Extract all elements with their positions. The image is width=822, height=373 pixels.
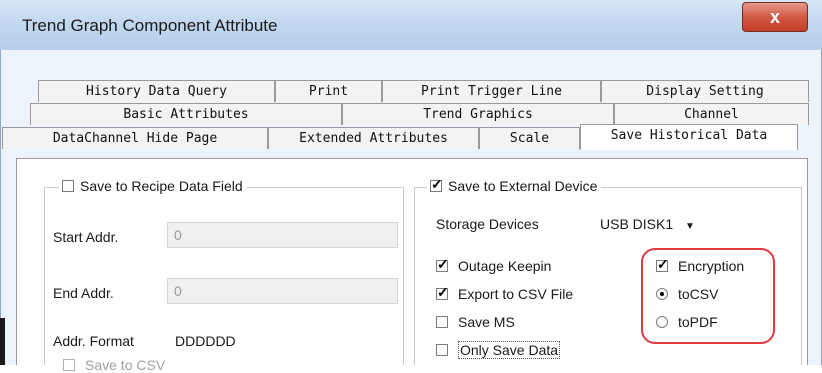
end-addr-label: End Addr. — [53, 285, 114, 301]
window-title: Trend Graph Component Attribute — [22, 16, 278, 35]
tab-strip: History Data Query Print Print Trigger L… — [2, 72, 809, 162]
tab-extended-attributes[interactable]: Extended Attributes — [268, 127, 479, 149]
external-legend-label: Save to External Device — [448, 178, 598, 194]
start-addr-field[interactable]: 0 — [167, 222, 398, 248]
recipe-legend-label: Save to Recipe Data Field — [80, 178, 243, 194]
tab-display-setting[interactable]: Display Setting — [601, 80, 809, 102]
outage-keepin-label: Outage Keepin — [458, 258, 552, 274]
tab-trend-graphics[interactable]: Trend Graphics — [342, 103, 614, 125]
save-ms-option[interactable]: Save MS — [436, 314, 515, 330]
dropdown-arrow-icon[interactable]: ▼ — [685, 221, 695, 232]
tab-history-data-query[interactable]: History Data Query — [38, 80, 275, 102]
storage-devices-select[interactable]: USB DISK1 ▼ — [600, 216, 695, 232]
external-checkbox[interactable]: ✓ — [430, 176, 443, 192]
storage-devices-value: USB DISK1 — [600, 216, 674, 232]
window-edge — [0, 318, 5, 365]
save-to-csv-label: Save to CSV — [85, 357, 166, 373]
only-save-data-checkbox[interactable] — [436, 344, 448, 356]
recipe-checkbox[interactable] — [62, 180, 74, 192]
check-icon: ✓ — [437, 256, 449, 272]
tab-basic-attributes[interactable]: Basic Attributes — [30, 103, 342, 125]
close-icon: x — [769, 7, 780, 27]
addr-format-value: DDDDDD — [175, 333, 236, 349]
only-save-data-label: Only Save Data — [458, 341, 561, 359]
save-to-csv-option[interactable]: Save to CSV — [63, 357, 165, 373]
export-csv-label: Export to CSV File — [458, 286, 574, 302]
tab-datachannel-hide-page[interactable]: DataChannel Hide Page — [2, 127, 268, 149]
tab-print[interactable]: Print — [275, 80, 382, 102]
highlight-annotation — [641, 248, 775, 344]
only-save-data-option[interactable]: Only Save Data — [436, 341, 561, 359]
end-addr-field[interactable]: 0 — [167, 278, 398, 304]
tab-scale[interactable]: Scale — [479, 127, 580, 149]
export-csv-option[interactable]: ✓ Export to CSV File — [436, 284, 574, 302]
external-group-legend[interactable]: ✓ Save to External Device — [426, 176, 602, 194]
close-button[interactable]: x — [742, 2, 808, 32]
outage-keepin-option[interactable]: ✓ Outage Keepin — [436, 256, 552, 274]
recipe-group-legend[interactable]: Save to Recipe Data Field — [58, 178, 247, 194]
save-to-csv-checkbox[interactable] — [63, 359, 75, 371]
outage-keepin-checkbox[interactable]: ✓ — [436, 256, 449, 272]
tab-save-historical-data[interactable]: Save Historical Data — [580, 124, 798, 150]
export-csv-checkbox[interactable]: ✓ — [436, 284, 449, 300]
tab-channel[interactable]: Channel — [614, 103, 809, 125]
tab-print-trigger-line[interactable]: Print Trigger Line — [382, 80, 601, 102]
check-icon: ✓ — [437, 284, 449, 300]
save-ms-label: Save MS — [458, 314, 515, 330]
addr-format-label: Addr. Format — [53, 333, 134, 349]
start-addr-label: Start Addr. — [53, 229, 119, 245]
storage-devices-label: Storage Devices — [436, 216, 539, 232]
check-icon: ✓ — [431, 176, 443, 192]
save-ms-checkbox[interactable] — [436, 316, 448, 328]
